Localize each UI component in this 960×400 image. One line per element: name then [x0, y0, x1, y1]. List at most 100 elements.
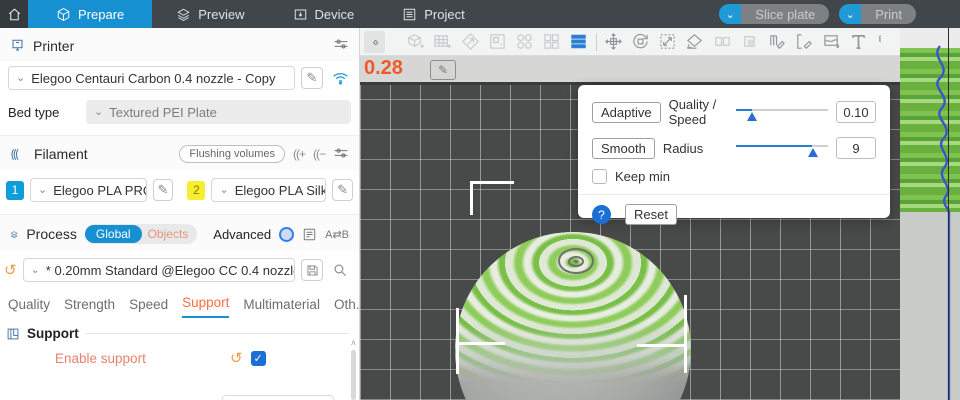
- lay-flat-icon[interactable]: [684, 31, 705, 53]
- filament-2-select[interactable]: ⌄ Elegoo PLA Silk: [211, 178, 327, 202]
- slice-options-dropdown[interactable]: ⌄: [719, 4, 742, 24]
- viewport-3d[interactable]: ‹› 0.28 ✎ Adaptive Quality / Speed 0.10 …: [360, 28, 900, 400]
- filament-settings-icon[interactable]: [333, 146, 349, 163]
- scope-objects[interactable]: Objects: [142, 225, 198, 243]
- collapse-sidebar-button[interactable]: ‹›: [364, 30, 386, 53]
- print-options-dropdown[interactable]: ⌄: [839, 4, 862, 24]
- move-icon[interactable]: [603, 31, 624, 53]
- partial-next-setting: [222, 395, 334, 400]
- edit-layer-height-icon[interactable]: ✎: [430, 60, 456, 80]
- build-plate-scene[interactable]: 0.28 ✎ Adaptive Quality / Speed 0.10 Smo…: [360, 56, 900, 400]
- home-button[interactable]: [0, 0, 28, 28]
- tab-quality[interactable]: Quality: [8, 297, 50, 318]
- slice-plate-button[interactable]: Slice plate: [741, 4, 830, 24]
- quality-speed-value[interactable]: 0.10: [836, 101, 876, 123]
- slice-plate-split-button: ⌄ Slice plate: [719, 4, 830, 24]
- bed-type-select[interactable]: ⌄ Textured PEI Plate: [86, 100, 351, 124]
- filament-1-color-badge[interactable]: 1: [6, 180, 25, 200]
- adaptive-button[interactable]: Adaptive: [592, 101, 661, 123]
- profile-axis-line: [948, 28, 949, 400]
- keep-min-checkbox[interactable]: [592, 169, 607, 184]
- split-vertical-icon[interactable]: [739, 31, 760, 53]
- top-bar: Prepare Preview Device Project ⌄ Slice p…: [0, 0, 960, 28]
- measure-icon[interactable]: [875, 31, 896, 53]
- scope-global[interactable]: Global: [84, 225, 142, 243]
- tab-label: Project: [424, 6, 465, 22]
- tab-prepare[interactable]: Prepare: [28, 0, 153, 28]
- tab-preview[interactable]: Preview: [152, 0, 268, 28]
- filament-2-color-badge[interactable]: 2: [187, 180, 206, 200]
- quality-speed-slider[interactable]: [736, 105, 828, 121]
- reset-enable-support-icon[interactable]: ↺: [230, 351, 243, 366]
- sphere-top-rings: [558, 248, 594, 274]
- tab-speed[interactable]: Speed: [129, 297, 168, 318]
- left-bracket-handle[interactable]: [456, 308, 459, 374]
- printer-section-title: Printer: [33, 37, 75, 54]
- print-button[interactable]: Print: [861, 4, 916, 24]
- right-bracket-handle[interactable]: [637, 344, 686, 347]
- text-tool-icon[interactable]: [848, 31, 869, 53]
- viewport-toolbar: ‹›: [360, 28, 900, 56]
- help-icon[interactable]: ?: [592, 205, 611, 224]
- tab-others[interactable]: Oth...: [334, 297, 359, 318]
- split-to-parts-icon[interactable]: [541, 31, 562, 53]
- top-bar-actions: ⌄ Slice plate ⌄ Print: [719, 0, 960, 28]
- project-list-icon: [404, 8, 416, 20]
- left-bracket-handle[interactable]: [456, 342, 505, 345]
- view-all-settings-icon[interactable]: [302, 227, 317, 242]
- tab-label: Preview: [198, 6, 245, 22]
- bed-type-label: Bed type: [8, 104, 60, 120]
- scroll-up-icon[interactable]: ˄: [351, 338, 356, 348]
- radius-value[interactable]: 9: [836, 137, 876, 159]
- flushing-volumes-button[interactable]: Flushing volumes: [179, 145, 285, 163]
- filament-1-select[interactable]: ⌄ Elegoo PLA PRO: [30, 178, 147, 202]
- reset-button[interactable]: Reset: [625, 204, 677, 225]
- tab-project[interactable]: Project: [378, 0, 488, 28]
- auto-orient-icon[interactable]: [459, 31, 480, 53]
- rotate-icon[interactable]: [630, 31, 651, 53]
- printer-settings-icon[interactable]: [333, 37, 349, 54]
- tab-label: Device: [314, 6, 355, 22]
- chevron-down-icon: ⌄: [219, 183, 229, 196]
- printer-connection-icon[interactable]: [329, 67, 351, 89]
- split-to-objects-icon[interactable]: [514, 31, 535, 53]
- scale-icon[interactable]: [657, 31, 678, 53]
- add-plate-icon[interactable]: [432, 31, 453, 53]
- remove-filament-icon[interactable]: ((−: [313, 147, 326, 161]
- support-paint-icon[interactable]: [766, 31, 787, 53]
- edit-printer-icon[interactable]: ✎: [301, 67, 323, 89]
- right-bracket-handle[interactable]: [684, 295, 687, 373]
- smooth-button[interactable]: Smooth: [592, 137, 655, 159]
- enable-support-label: Enable support: [55, 351, 146, 366]
- add-object-icon[interactable]: [405, 31, 426, 53]
- edit-filament-1-icon[interactable]: ✎: [152, 179, 174, 201]
- color-paint-icon[interactable]: [820, 31, 841, 53]
- variable-layer-height-icon[interactable]: [568, 31, 589, 53]
- layer-height-popup: Adaptive Quality / Speed 0.10 Smooth Rad…: [578, 85, 890, 225]
- arrange-icon[interactable]: [487, 31, 508, 53]
- scrollbar-thumb[interactable]: [351, 350, 356, 400]
- save-preset-icon[interactable]: [301, 259, 323, 281]
- enable-support-checkbox[interactable]: ✓: [250, 351, 266, 366]
- advanced-toggle[interactable]: [279, 226, 295, 242]
- tab-support[interactable]: Support: [182, 295, 230, 318]
- edit-filament-2-icon[interactable]: ✎: [332, 179, 353, 201]
- device-icon: [294, 9, 306, 19]
- process-preset-select[interactable]: ⌄ * 0.20mm Standard @Elegoo CC 0.4 nozzl…: [22, 258, 295, 282]
- layer-height-curve[interactable]: [900, 28, 960, 400]
- add-filament-icon[interactable]: ((+: [293, 147, 306, 161]
- tab-device[interactable]: Device: [269, 0, 379, 28]
- slicer-app: Prepare Preview Device Project ⌄ Slice p…: [0, 0, 960, 400]
- seam-paint-icon[interactable]: [793, 31, 814, 53]
- split-horizontal-icon[interactable]: [712, 31, 733, 53]
- printer-preset-select[interactable]: ⌄ Elegoo Centauri Carbon 0.4 nozzle - Co…: [8, 66, 295, 90]
- reset-preset-icon[interactable]: ↺: [4, 263, 17, 278]
- process-scope-toggle[interactable]: Global Objects: [84, 224, 198, 244]
- search-settings-icon[interactable]: [329, 259, 351, 281]
- compare-presets-icon[interactable]: A⇄B: [325, 228, 349, 241]
- sidebar-scrollbar[interactable]: ˄: [349, 338, 358, 400]
- tab-strength[interactable]: Strength: [64, 297, 115, 318]
- radius-slider[interactable]: [736, 141, 828, 157]
- layer-height-profile-panel[interactable]: [900, 28, 960, 400]
- tab-multimaterial[interactable]: Multimaterial: [243, 297, 320, 318]
